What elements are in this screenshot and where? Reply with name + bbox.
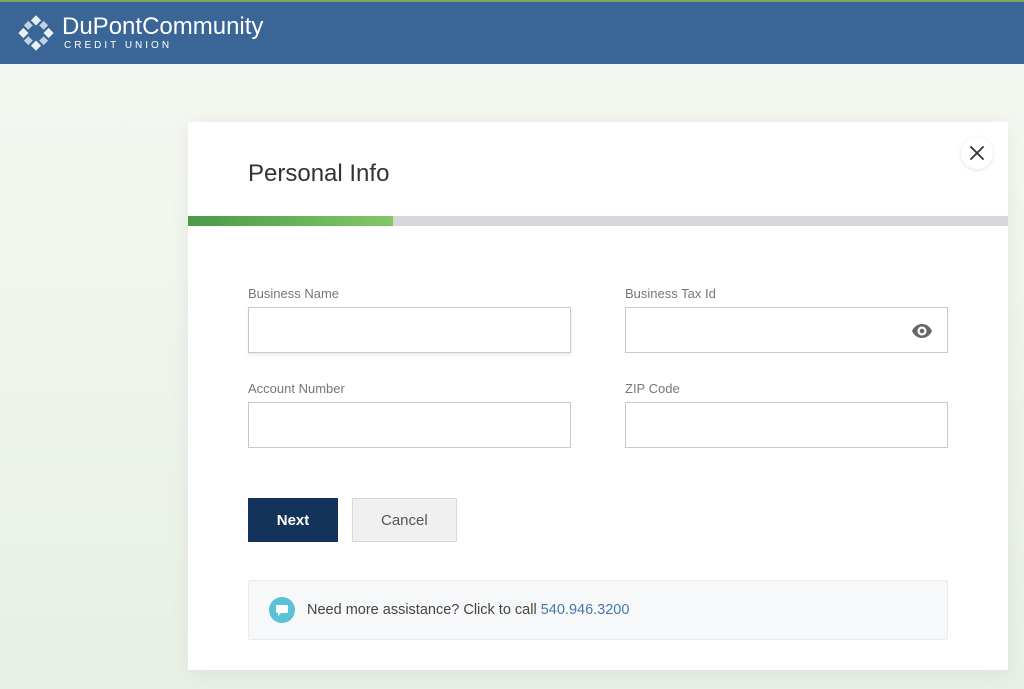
zip-code-input[interactable] — [625, 402, 948, 448]
business-name-label: Business Name — [248, 286, 571, 301]
cancel-button[interactable]: Cancel — [352, 498, 457, 542]
close-icon — [970, 146, 984, 160]
next-button[interactable]: Next — [248, 498, 338, 542]
account-number-label: Account Number — [248, 381, 571, 396]
assistance-text: Need more assistance? Click to call 540.… — [307, 602, 629, 618]
assistance-banner: Need more assistance? Click to call 540.… — [248, 580, 948, 640]
logo-icon — [18, 15, 54, 51]
form-body: Business Name Business Tax Id Account Nu… — [188, 226, 1008, 670]
brand-logo: DuPontCommunity CREDIT UNION — [18, 15, 263, 51]
business-tax-id-input[interactable] — [625, 307, 948, 353]
business-name-input[interactable] — [248, 307, 571, 353]
site-header: DuPontCommunity CREDIT UNION — [0, 2, 1024, 64]
progress-fill — [188, 216, 393, 226]
personal-info-modal: Personal Info Business Name Business Tax… — [188, 122, 1008, 670]
close-button[interactable] — [961, 137, 993, 169]
zip-code-label: ZIP Code — [625, 381, 948, 396]
brand-subtitle: CREDIT UNION — [64, 41, 263, 51]
eye-icon — [912, 324, 932, 338]
business-tax-id-label: Business Tax Id — [625, 286, 948, 301]
assistance-phone-link[interactable]: 540.946.3200 — [541, 602, 630, 618]
account-number-input[interactable] — [248, 402, 571, 448]
progress-bar — [188, 216, 1008, 226]
brand-name: DuPontCommunity — [62, 15, 263, 39]
chat-icon — [269, 597, 295, 623]
modal-title: Personal Info — [188, 122, 1008, 216]
toggle-visibility-button[interactable] — [908, 320, 936, 345]
